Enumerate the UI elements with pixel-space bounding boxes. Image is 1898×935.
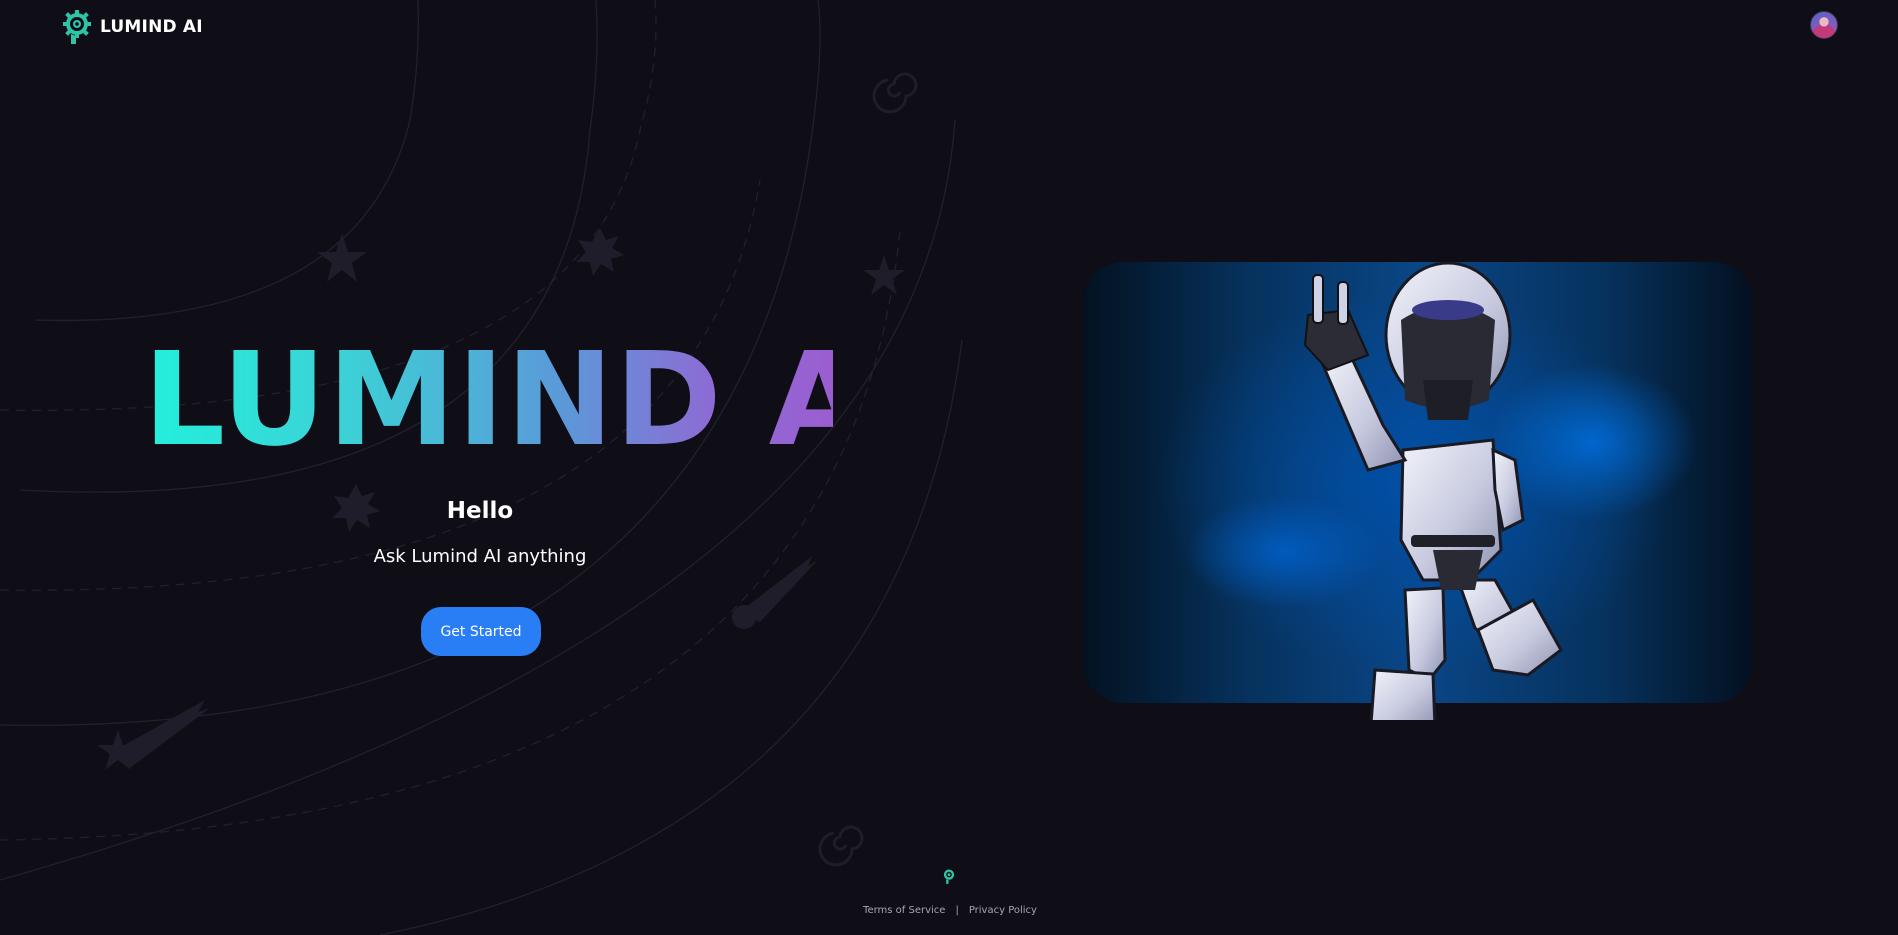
footer-logo-icon (943, 869, 955, 884)
user-avatar[interactable] (1810, 11, 1838, 39)
brain-gear-icon (63, 10, 91, 44)
greeting: Hello (446, 498, 514, 524)
privacy-policy-link[interactable]: Privacy Policy (969, 905, 1037, 916)
get-started-button[interactable]: Get Started (421, 607, 541, 656)
footer-links: Terms of Service | Privacy Policy (840, 905, 1060, 916)
footer-separator: | (955, 905, 959, 916)
hero-title: LUMIND AI (143, 325, 919, 475)
terms-of-service-link[interactable]: Terms of Service (863, 905, 945, 916)
robot-image (1083, 261, 1753, 720)
hero-subtitle: Ask Lumind AI anything (373, 546, 587, 567)
header-brand[interactable]: LUMIND AI (62, 10, 203, 44)
robot-illustration (1303, 261, 1563, 720)
brand-name: LUMIND AI (100, 17, 203, 37)
landing-page: LUMIND AI LUMIND AI Hello Ask Lumind AI … (0, 0, 1898, 935)
